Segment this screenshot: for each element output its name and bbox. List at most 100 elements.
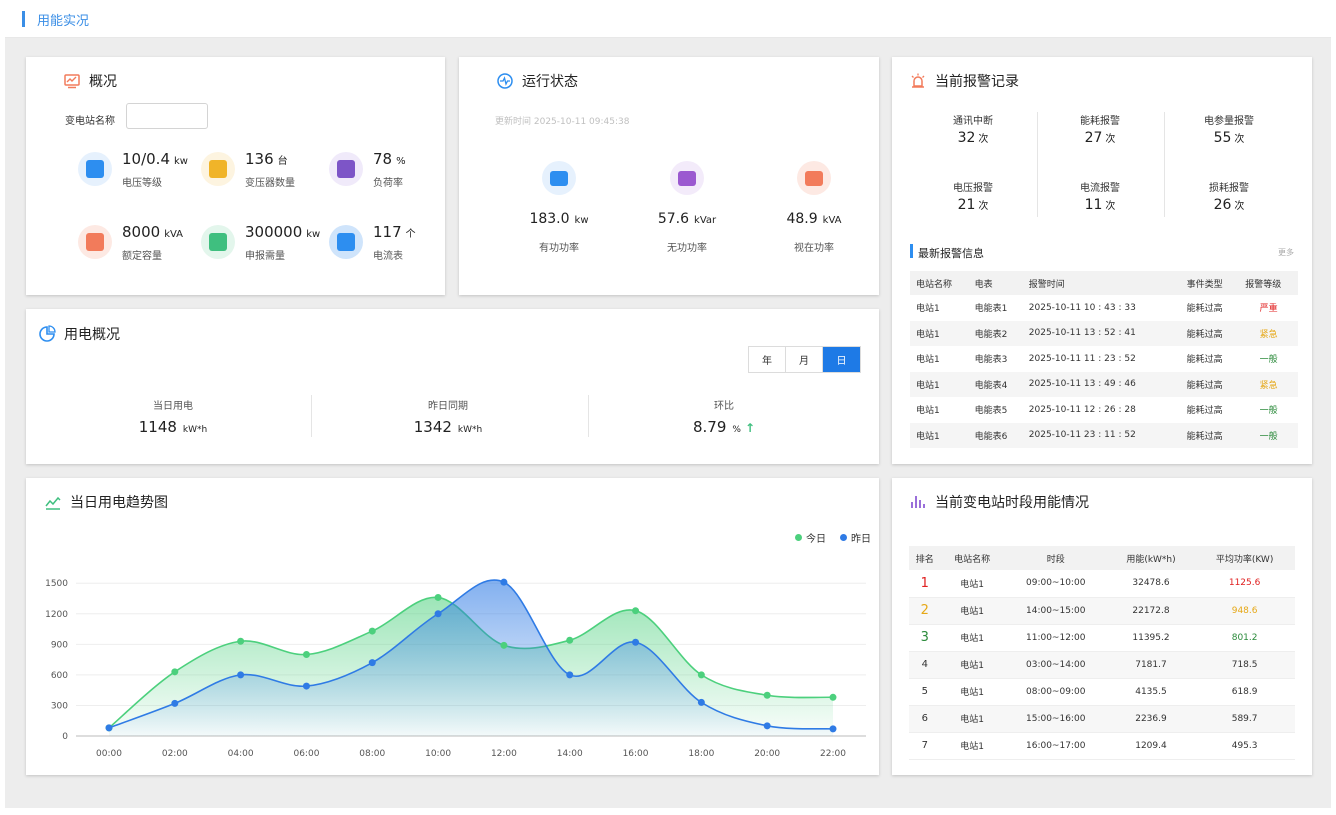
metric-card: 10/0.4 kw 电压等级 [78,150,198,202]
ranking-row[interactable]: 1 电站1 09:00~10:00 32478.6 1125.6 [909,570,1295,598]
dashboard-workspace: 概况 变电站名称 10/0.4 kw 电压等级 136 台变压器数量 78% 负荷率 8000… [5,38,1331,808]
usage-stat: 环比 8.79% ↑ [624,397,824,436]
data-point[interactable] [302,651,310,658]
y-tick-label: 1200 [45,610,68,620]
data-point[interactable] [697,698,705,706]
ranking-cell-power: 589.7 [1194,705,1295,733]
ranking-table: 排名 电站名称 时段 用能(kW*h) 平均功率(KW) 1 电站1 09:00~10:00… [909,546,1295,760]
data-point[interactable] [632,607,640,615]
alarm-row[interactable]: 电站1 电能表5 2025-10-11 12 : 26 : 28 能耗过高 一般 [910,397,1298,423]
usage-stat-value: 8.79% ↑ [624,418,824,436]
ranking-row[interactable]: 6 电站1 15:00~16:00 2236.9 589.7 [909,705,1295,733]
page-header: 用能实况 [5,0,1331,38]
ranking-row[interactable]: 5 电站1 08:00~09:00 4135.5 618.9 [909,678,1295,706]
alarm-stat[interactable]: 电流报警 11 次 [1045,179,1155,213]
power-value: 48.9 kVA [754,211,874,227]
latest-alarm-title: 最新报警信息 [918,247,984,260]
alarm-stat-number: 26 [1213,197,1232,213]
x-tick-label: 08:00 [359,749,385,759]
x-tick-label: 14:00 [557,749,583,759]
data-point[interactable] [566,636,574,644]
data-point[interactable] [434,610,442,618]
period-tab[interactable]: 年 [749,347,786,372]
ranking-cell-energy: 32478.6 [1107,570,1195,598]
power-card: 48.9 kVA 视在功率 [754,161,874,261]
ranking-row[interactable]: 4 电站1 03:00~14:00 7181.7 718.5 [909,651,1295,679]
data-point[interactable] [302,682,310,690]
data-point[interactable] [500,641,508,649]
alarm-row[interactable]: 电站1 电能表1 2025-10-11 10 : 43 : 33 能耗过高 严重 [910,295,1298,321]
ranking-cell-energy: 22172.8 [1107,597,1195,625]
period-tab[interactable]: 日 [823,347,860,372]
alarm-row[interactable]: 电站1 电能表3 2025-10-11 11 : 23 : 52 能耗过高 一般 [910,346,1298,372]
ranking-cell-period: 14:00~15:00 [1003,597,1108,625]
data-point[interactable] [368,627,376,635]
ranking-row[interactable]: 3 电站1 11:00~12:00 11395.2 801.2 [909,624,1295,652]
data-point[interactable] [434,593,442,601]
metric-icon-glyph [86,233,104,251]
data-point[interactable] [237,637,245,645]
data-point[interactable] [171,668,179,676]
alarm-stat[interactable]: 通讯中断 32 次 [918,112,1028,146]
alarm-row[interactable]: 电站1 电能表4 2025-10-11 13 : 49 : 46 能耗过高 紧急 [910,371,1298,397]
alarm-stat-label: 电参量报警 [1204,116,1254,127]
metric-label: 额定容量 [122,251,162,262]
alarm-stat[interactable]: 电压报警 21 次 [918,179,1028,213]
data-point[interactable] [829,693,837,701]
alarm-stat[interactable]: 能耗报警 27 次 [1045,112,1155,146]
ranking-col-header: 排名 [909,546,941,570]
data-point[interactable] [500,578,508,586]
ranking-cell-energy: 2236.9 [1107,705,1195,733]
data-point[interactable] [566,671,574,679]
data-point[interactable] [105,724,113,732]
alarm-stat-unit: 次 [1105,134,1116,145]
data-point[interactable] [632,638,640,646]
data-point[interactable] [697,671,705,679]
alarm-stat-label: 能耗报警 [1080,116,1120,127]
more-link[interactable]: 更多 [1278,247,1294,258]
alarm-cell-station: 电站1 [910,371,969,397]
alarm-cell-station: 电站1 [910,320,969,346]
x-tick-label: 06:00 [293,749,319,759]
usage-stat-unit: kW*h [457,425,483,435]
monitor-icon [63,72,81,90]
metric-number: 117 [373,223,402,241]
data-point[interactable] [237,671,245,679]
alarm-row[interactable]: 电站1 电能表6 2025-10-11 23 : 11 : 52 能耗过高 一般 [910,422,1298,448]
period-tab[interactable]: 月 [786,347,823,372]
ranking-header: 当前变电站时段用能情况 [909,492,1089,512]
data-point[interactable] [368,659,376,667]
station-name-label: 变电站名称 [65,116,115,127]
ranking-cell-station: 电站1 [940,624,1004,652]
ranking-col-header: 平均功率(KW) [1194,546,1295,570]
alarm-row[interactable]: 电站1 电能表2 2025-10-11 13 : 52 : 41 能耗过高 紧急 [910,320,1298,346]
alarm-stat-value: 55 次 [1174,130,1284,146]
alarm-stat-value: 21 次 [918,197,1028,213]
alarm-stat-label: 损耗报警 [1209,183,1249,194]
ranking-cell-station: 电站1 [940,597,1004,625]
capacity-icon [78,225,112,259]
alarm-stat[interactable]: 损耗报警 26 次 [1174,179,1284,213]
data-point[interactable] [763,722,771,730]
ranking-table-wrap: 排名 电站名称 时段 用能(kW*h) 平均功率(KW) 1 电站1 09:00~10:00… [909,546,1295,760]
data-point[interactable] [829,725,837,733]
alarm-cell-time: 2025-10-11 11 : 23 : 52 [1028,353,1136,364]
data-point[interactable] [171,699,179,707]
ranking-cell-rank: 6 [909,705,941,733]
alarm-stat[interactable]: 电参量报警 55 次 [1174,112,1284,146]
alarm-cell-station: 电站1 [916,355,940,366]
metric-value: 8000 kVA [122,223,183,241]
alarm-header: 当前报警记录 [909,71,1019,91]
power-unit: kVar [694,215,717,226]
ranking-title: 当前变电站时段用能情况 [935,495,1089,511]
ranking-row[interactable]: 7 电站1 16:00~17:00 1209.4 495.3 [909,732,1295,760]
x-tick-label: 10:00 [425,749,451,759]
x-tick-label: 00:00 [96,749,122,759]
power-icon-glyph [678,170,696,186]
latest-accent-bar [910,244,913,258]
ranking-row[interactable]: 2 电站1 14:00~15:00 22172.8 948.6 [909,597,1295,625]
power-icon-glyph [805,170,823,186]
station-name-input[interactable] [126,103,208,129]
data-point[interactable] [763,691,771,699]
metric-card: 136 台变压器数量 [201,150,321,202]
